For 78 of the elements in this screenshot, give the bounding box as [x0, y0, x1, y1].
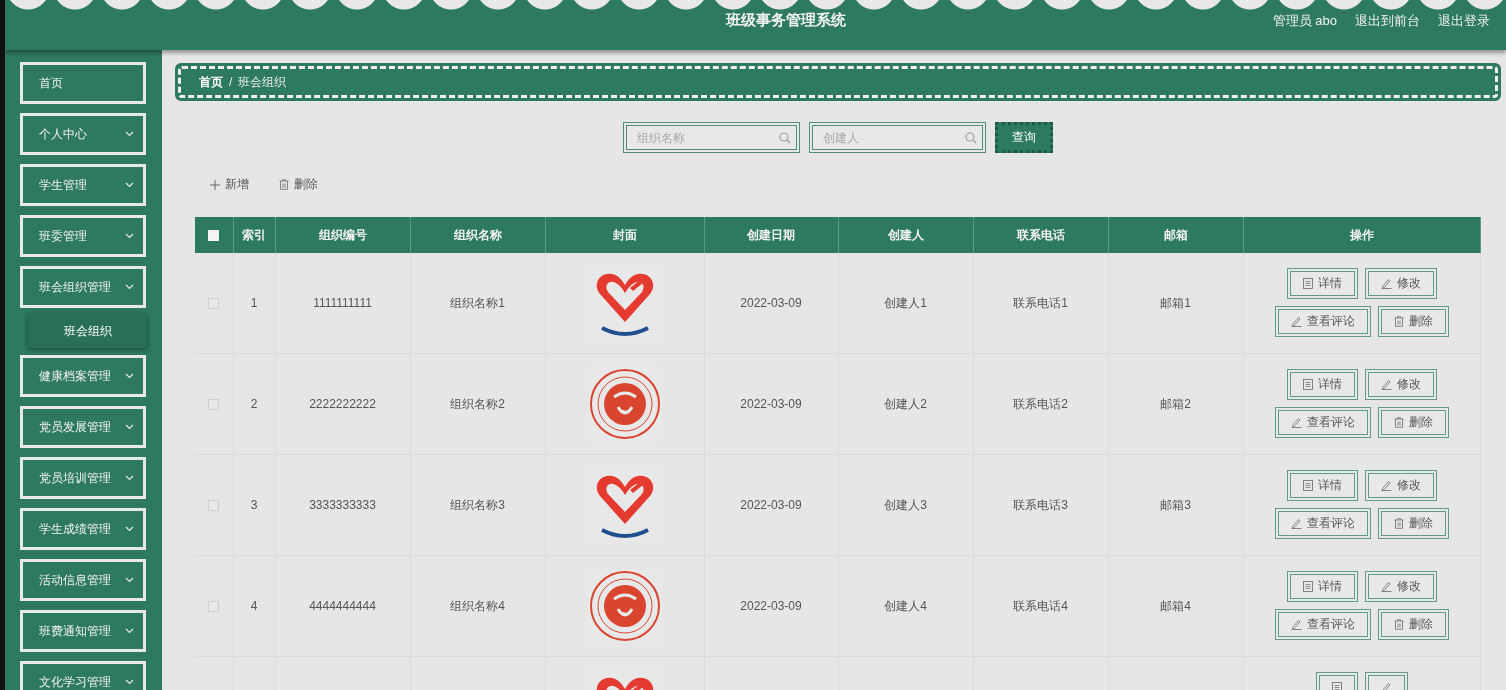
table-cell: 联系电话2	[1013, 396, 1068, 411]
table-cell: 组织名称2	[450, 396, 505, 411]
table-cell: 邮箱4	[1160, 598, 1191, 613]
sidebar-item[interactable]: 党员发展管理	[20, 406, 146, 448]
toolbar-button[interactable]: 新增	[210, 176, 249, 193]
sidebar-item[interactable]: 首页	[20, 62, 146, 104]
sidebar-subitem[interactable]: 班会组织	[28, 314, 147, 348]
column-header: 组织编号	[318, 227, 367, 242]
row-action-button[interactable]: 详情	[1286, 268, 1358, 299]
row-action-button[interactable]: 查看评论	[1274, 609, 1371, 640]
breadcrumb-separator: /	[229, 75, 233, 89]
table-cell: 创建人2	[884, 396, 927, 411]
sidebar-item[interactable]: 班委管理	[20, 215, 146, 257]
row-action-button[interactable]: 删除	[1377, 407, 1449, 438]
table-cell: 组织名称3	[450, 497, 505, 512]
table-cell: 组织名称4	[450, 598, 505, 613]
sidebar-item[interactable]: 班会组织管理	[20, 266, 146, 308]
table-cell: 联系电话1	[1013, 295, 1068, 310]
sidebar-item[interactable]: 文化学习管理	[20, 661, 146, 690]
column-header: 操作	[1349, 227, 1374, 242]
row-action-button[interactable]: 详情	[1286, 571, 1358, 602]
row-action-button[interactable]: 查看评论	[1274, 306, 1371, 337]
table-cell: 2022-03-09	[740, 296, 802, 310]
table-cell: 4	[250, 599, 258, 613]
table-cell: 联系电话3	[1013, 497, 1068, 512]
column-header: 创建日期	[747, 227, 795, 242]
table-cell: 2	[250, 397, 258, 411]
table-cell: 组织名称1	[450, 295, 505, 310]
row-action-button[interactable]: 查看评论	[1274, 407, 1371, 438]
table-cell: 3333333333	[309, 498, 376, 512]
table-cell: 创建人1	[884, 295, 927, 310]
search-button[interactable]: 查询	[994, 122, 1053, 153]
row-action-button[interactable]: 删除	[1377, 306, 1449, 337]
sidebar-item[interactable]: 学生成绩管理	[20, 508, 146, 550]
row-action-button[interactable]: 删除	[1377, 508, 1449, 539]
table-cell: 邮箱2	[1160, 396, 1191, 411]
header-link[interactable]: 退出到前台	[1355, 12, 1420, 30]
table-cell: 2022-03-09	[740, 599, 802, 613]
search-field[interactable]: 组织名称	[622, 122, 800, 153]
row-action-button[interactable]: 删除	[1377, 609, 1449, 640]
column-header: 联系电话	[1016, 227, 1065, 242]
search-field[interactable]: 创建人	[808, 122, 986, 153]
column-header: 组织名称	[453, 227, 502, 242]
table-cell: 创建人4	[884, 598, 927, 613]
sidebar-item[interactable]: 个人中心	[20, 113, 146, 155]
sidebar-item[interactable]: 学生管理	[20, 164, 146, 206]
row-action-button[interactable]: 详情	[1286, 470, 1358, 501]
header-link[interactable]: 管理员 abo	[1272, 12, 1337, 30]
table-cell: 1	[250, 296, 258, 310]
row-action-button[interactable]: 修改	[1364, 571, 1437, 602]
row-action-button[interactable]: 修改	[1364, 268, 1437, 299]
app-title: 班级事务管理系统	[725, 11, 846, 30]
column-header: 封面	[612, 227, 637, 242]
row-action-button[interactable]: 修改	[1364, 369, 1437, 400]
column-header: 索引	[242, 227, 266, 242]
table-cell: 4444444444	[309, 599, 376, 613]
row-action-button[interactable]: 查看评论	[1274, 508, 1371, 539]
table-cell: 2222222222	[309, 397, 376, 411]
table-cell: 邮箱1	[1160, 295, 1191, 310]
table-cell: 1111111111	[313, 296, 372, 310]
toolbar-button[interactable]: 删除	[279, 176, 318, 193]
column-header: 创建人	[887, 227, 924, 242]
sidebar-item[interactable]: 班费通知管理	[20, 610, 146, 652]
table-cell: 联系电话4	[1013, 598, 1068, 613]
table-cell: 邮箱3	[1160, 497, 1191, 512]
breadcrumb-item[interactable]: 首页	[199, 73, 223, 91]
sidebar-item[interactable]: 健康档案管理	[20, 355, 146, 397]
sidebar-item[interactable]: 活动信息管理	[20, 559, 146, 601]
table-cell: 3	[250, 498, 258, 512]
column-header: 邮箱	[1163, 227, 1188, 242]
table-cell: 2022-03-09	[740, 397, 802, 411]
sidebar-item[interactable]: 党员培训管理	[20, 457, 146, 499]
breadcrumb-item: 班会组织	[238, 73, 287, 91]
table-cell: 2022-03-09	[740, 498, 802, 512]
row-action-button[interactable]: 修改	[1364, 470, 1437, 501]
header-link[interactable]: 退出登录	[1438, 12, 1490, 30]
table-cell: 创建人3	[884, 497, 927, 512]
row-action-button[interactable]: 详情	[1286, 369, 1358, 400]
